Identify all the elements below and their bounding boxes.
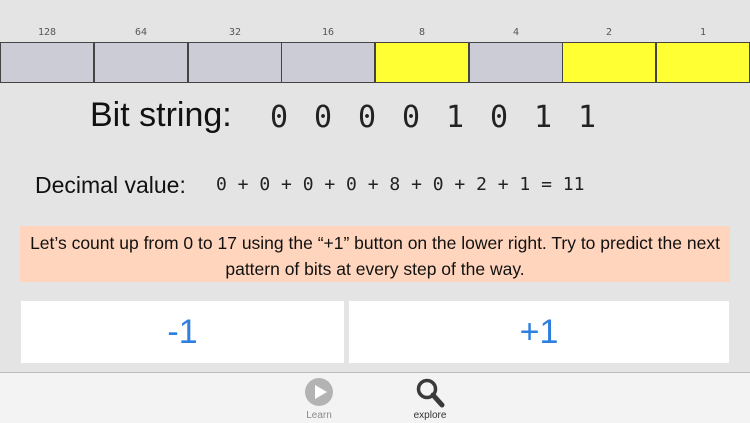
bit-toggle-64[interactable] [94, 42, 188, 83]
tab-label: Learn [306, 410, 332, 421]
bit-digit: 0 [402, 100, 421, 135]
tab-learn[interactable]: Learn [289, 373, 349, 423]
tab-label: explore [413, 410, 447, 421]
decimal-expression: 0 + 0 + 0 + 0 + 8 + 0 + 2 + 1 = 11 [216, 174, 585, 195]
bit-column-1: 1 [656, 0, 750, 84]
bit-string-label: Bit string: [90, 96, 232, 134]
play-icon [305, 378, 333, 406]
bit-column-64: 64 [94, 0, 188, 84]
bit-toggle-16[interactable] [281, 42, 375, 83]
bit-weight-label: 4 [512, 27, 520, 38]
bit-weight-label: 2 [605, 27, 613, 38]
bit-column-4: 4 [469, 0, 563, 84]
bit-digit: 0 [358, 100, 377, 135]
tab-bar: Learn explore [0, 372, 750, 423]
instruction-banner: Let’s count up from 0 to 17 using the “+… [20, 226, 730, 282]
bit-toggle-128[interactable] [0, 42, 94, 83]
bit-toggle-4[interactable] [469, 42, 563, 83]
bit-weight-label: 1 [699, 27, 707, 38]
bit-toggle-1[interactable] [656, 42, 750, 83]
tab-explore[interactable]: explore [400, 373, 460, 423]
bit-digit: 1 [446, 100, 465, 135]
bit-digit: 0 [490, 100, 509, 135]
bit-column-128: 128 [0, 0, 94, 84]
bit-weight-label: 128 [37, 27, 57, 38]
bit-string-value: 00001011 [270, 100, 622, 135]
increment-button[interactable]: +1 [349, 301, 729, 363]
bit-column-8: 8 [375, 0, 469, 84]
bit-column-32: 32 [188, 0, 282, 84]
bit-column-2: 2 [562, 0, 656, 84]
bit-toggle-2[interactable] [562, 42, 656, 83]
bit-digit: 1 [578, 100, 597, 135]
bit-toggle-8[interactable] [375, 42, 469, 83]
bit-digit: 1 [534, 100, 553, 135]
decrement-button[interactable]: -1 [21, 301, 344, 363]
bit-weight-label: 32 [228, 27, 242, 38]
bit-toggle-32[interactable] [188, 42, 282, 83]
bit-weight-label: 16 [321, 27, 335, 38]
decimal-value-label: Decimal value: [35, 172, 186, 198]
bit-weight-label: 64 [134, 27, 148, 38]
magnifier-icon [416, 378, 445, 408]
bit-row: 128 64 32 16 8 4 2 1 [0, 0, 750, 84]
bit-digit: 0 [270, 100, 289, 135]
bit-column-16: 16 [281, 0, 375, 84]
bit-digit: 0 [314, 100, 333, 135]
bit-weight-label: 8 [418, 27, 426, 38]
